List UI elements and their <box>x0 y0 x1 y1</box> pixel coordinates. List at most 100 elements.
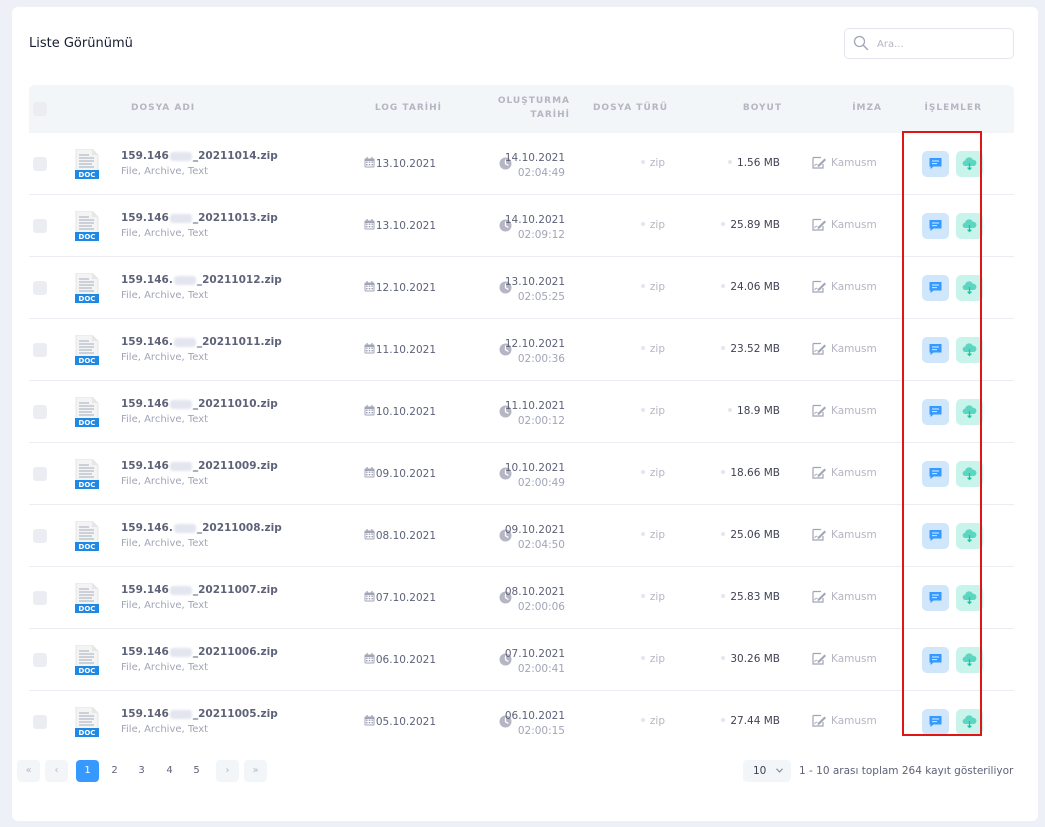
table-header: DOSYA ADI LOG TARİHİ OLUŞTURMA TARİHİ DO… <box>29 85 1014 133</box>
created-time: 02:00:36 <box>517 353 565 365</box>
select-all-checkbox[interactable] <box>33 102 47 116</box>
message-button[interactable] <box>922 399 949 425</box>
row-checkbox[interactable] <box>33 343 47 357</box>
page-button-1[interactable]: 1 <box>76 760 99 782</box>
cloud-download-icon <box>962 405 977 419</box>
download-button[interactable] <box>956 523 983 549</box>
doc-file-icon: DOC <box>75 459 99 489</box>
prev-page-button[interactable]: ‹ <box>45 760 68 782</box>
file-name[interactable]: 159.146 _20211007.zip <box>121 584 278 596</box>
redacted-segment <box>173 337 196 347</box>
file-name[interactable]: 159.146 _20211009.zip <box>121 460 278 472</box>
file-name[interactable]: 159.146 _20211013.zip <box>121 212 278 224</box>
file-extension: zip <box>640 157 665 169</box>
download-button[interactable] <box>956 399 983 425</box>
download-button[interactable] <box>956 213 983 239</box>
message-button[interactable] <box>922 151 949 177</box>
created-datetime: 07.10.2021 02:00:41 <box>505 647 565 677</box>
first-page-button[interactable]: « <box>17 760 40 782</box>
message-button[interactable] <box>922 523 949 549</box>
calendar-icon <box>364 343 375 354</box>
created-datetime: 11.10.2021 02:00:12 <box>505 399 565 429</box>
next-page-button[interactable]: › <box>216 760 239 782</box>
message-button[interactable] <box>922 275 949 301</box>
bullet-dot <box>721 470 726 474</box>
svg-text:DOC: DOC <box>79 481 96 489</box>
file-name[interactable]: 159.146. _20211012.zip <box>121 274 282 286</box>
doc-file-icon: DOC <box>75 397 99 427</box>
signature-icon <box>812 156 826 169</box>
row-checkbox[interactable] <box>33 653 47 667</box>
row-checkbox[interactable] <box>33 591 47 605</box>
log-date: 10.10.2021 <box>364 405 436 418</box>
table-body: DOC 159.146 _20211014.zip File, Archive, … <box>29 133 1014 753</box>
redacted-segment <box>169 585 192 595</box>
signer-name: Kamusm <box>831 281 877 293</box>
download-button[interactable] <box>956 151 983 177</box>
per-page-select[interactable]: 10 <box>743 760 791 782</box>
row-checkbox[interactable] <box>33 405 47 419</box>
download-button[interactable] <box>956 275 983 301</box>
download-button[interactable] <box>956 647 983 673</box>
table-row: DOC 159.146 _20211009.zip File, Archive, … <box>29 443 1014 505</box>
bullet-dot <box>728 160 733 164</box>
page-button-2[interactable]: 2 <box>103 760 126 782</box>
signature-icon <box>812 590 826 603</box>
table-row: DOC 159.146. _20211008.zip File, Archive,… <box>29 505 1014 567</box>
row-checkbox[interactable] <box>33 281 47 295</box>
file-name[interactable]: 159.146. _20211008.zip <box>121 522 282 534</box>
row-checkbox[interactable] <box>33 219 47 233</box>
message-icon <box>929 406 942 417</box>
last-page-button[interactable]: » <box>244 760 267 782</box>
table-row: DOC 159.146 _20211007.zip File, Archive, … <box>29 567 1014 629</box>
column-header-log-date: LOG TARİHİ <box>374 103 442 113</box>
column-header-created-line2: TARİHİ <box>530 110 570 120</box>
message-button[interactable] <box>922 213 949 239</box>
file-kind: File, Archive, Text <box>121 724 209 735</box>
svg-text:DOC: DOC <box>79 543 96 551</box>
doc-file-icon: DOC <box>75 149 99 179</box>
table-row: DOC 159.146 _20211013.zip File, Archive, … <box>29 195 1014 257</box>
page-button-3[interactable]: 3 <box>130 760 153 782</box>
file-name[interactable]: 159.146 _20211005.zip <box>121 708 278 720</box>
log-date: 05.10.2021 <box>364 715 436 728</box>
row-checkbox[interactable] <box>33 467 47 481</box>
download-button[interactable] <box>956 585 983 611</box>
doc-file-icon: DOC <box>75 707 99 737</box>
message-icon <box>929 654 942 665</box>
created-date: 07.10.2021 <box>504 648 565 660</box>
message-button[interactable] <box>922 461 949 487</box>
page-button-5[interactable]: 5 <box>185 760 208 782</box>
redacted-segment <box>173 523 196 533</box>
message-button[interactable] <box>922 647 949 673</box>
page-button-4[interactable]: 4 <box>158 760 181 782</box>
file-name[interactable]: 159.146. _20211011.zip <box>121 336 282 348</box>
signature-icon <box>812 404 826 417</box>
doc-file-icon: DOC <box>75 335 99 365</box>
row-checkbox[interactable] <box>33 157 47 171</box>
message-button[interactable] <box>922 709 949 735</box>
download-button[interactable] <box>956 337 983 363</box>
row-checkbox[interactable] <box>33 529 47 543</box>
message-icon <box>929 530 942 541</box>
search-box[interactable] <box>844 28 1014 59</box>
file-name[interactable]: 159.146 _20211010.zip <box>121 398 278 410</box>
download-button[interactable] <box>956 709 983 735</box>
file-name[interactable]: 159.146 _20211014.zip <box>121 150 278 162</box>
redacted-segment <box>169 709 192 719</box>
signer-name: Kamusm <box>831 653 877 665</box>
created-time: 02:09:12 <box>517 229 565 241</box>
row-checkbox[interactable] <box>33 715 47 729</box>
message-button[interactable] <box>922 585 949 611</box>
search-input[interactable] <box>877 35 1007 53</box>
message-button[interactable] <box>922 337 949 363</box>
file-kind: File, Archive, Text <box>121 600 209 611</box>
created-time: 02:04:50 <box>517 539 565 551</box>
cloud-download-icon <box>962 715 977 729</box>
message-icon <box>929 158 942 169</box>
created-time: 02:00:15 <box>517 725 565 737</box>
file-name[interactable]: 159.146 _20211006.zip <box>121 646 278 658</box>
file-extension: zip <box>640 529 665 541</box>
file-size: 1.56 MB <box>728 157 780 169</box>
download-button[interactable] <box>956 461 983 487</box>
